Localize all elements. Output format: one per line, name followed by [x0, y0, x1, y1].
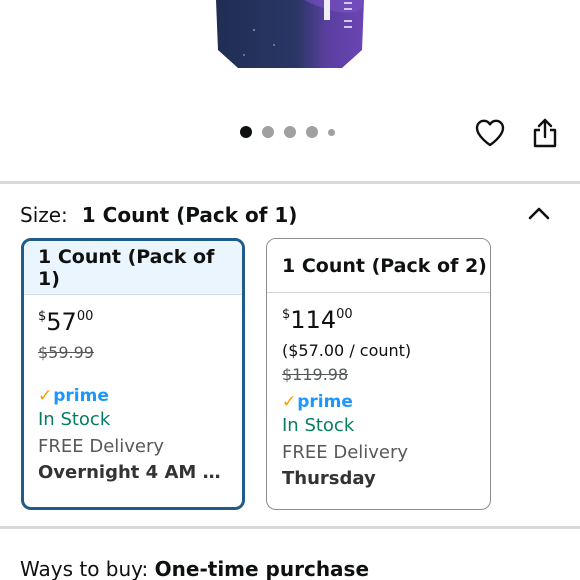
price-symbol: $ — [282, 307, 291, 322]
price-whole: 57 — [46, 308, 77, 336]
prime-label: prime — [53, 386, 109, 406]
price-fraction: 00 — [76, 309, 94, 324]
prime-badge: ✓ prime — [38, 385, 228, 407]
option-price: $ 114 00 — [282, 305, 476, 339]
prime-label: prime — [297, 392, 353, 412]
option-price: $ 57 00 — [38, 307, 228, 341]
delivery-text: FREE Delivery — [282, 442, 409, 463]
delivery-time: Thursday — [282, 468, 376, 489]
delivery-text: FREE Delivery — [38, 436, 165, 457]
selected-size-value: 1 Count (Pack of 1) — [81, 203, 298, 227]
price-symbol: $ — [38, 309, 47, 324]
ways-to-buy-value: One-time purchase — [154, 557, 370, 580]
section-divider — [0, 526, 580, 529]
heart-icon — [475, 119, 505, 147]
pagination-dot-4[interactable] — [306, 126, 318, 138]
favorite-button[interactable] — [473, 116, 507, 150]
prime-badge: ✓ prime — [282, 391, 476, 413]
gallery-pagination — [240, 126, 335, 138]
list-price: $119.98 — [282, 365, 349, 384]
list-price: $59.99 — [38, 343, 94, 362]
collapse-toggle[interactable] — [526, 200, 552, 226]
chevron-up-icon — [528, 207, 550, 220]
option-title: 1 Count (Pack of 1) — [24, 241, 242, 295]
stock-status: In Stock — [282, 415, 355, 436]
size-option-pack-of-2[interactable]: 1 Count (Pack of 2) $ 114 00 ($57.00 / c… — [266, 238, 491, 510]
stock-status: In Stock — [38, 409, 111, 430]
product-image[interactable] — [214, 0, 366, 72]
delivery-time: Overnight 4 AM - 8… — [38, 462, 228, 483]
option-title: 1 Count (Pack of 2) — [267, 239, 490, 293]
ways-to-buy[interactable]: Ways to buy: One-time purchase — [20, 557, 369, 580]
prime-check-icon: ✓ — [38, 386, 53, 406]
size-label: Size: — [20, 203, 68, 227]
prime-check-icon: ✓ — [282, 392, 297, 412]
section-divider — [0, 181, 580, 184]
size-option-pack-of-1[interactable]: 1 Count (Pack of 1) $ 57 00 $59.99 ✓ pri… — [21, 238, 245, 510]
share-icon — [533, 118, 557, 148]
price-fraction: 00 — [336, 307, 353, 322]
pagination-dot-1[interactable] — [240, 126, 252, 138]
share-button[interactable] — [528, 116, 562, 150]
price-whole: 114 — [290, 306, 337, 334]
pagination-dot-3[interactable] — [284, 126, 296, 138]
pagination-dot-2[interactable] — [262, 126, 274, 138]
ways-to-buy-label: Ways to buy: — [20, 557, 149, 580]
size-selector-header[interactable]: Size: 1 Count (Pack of 1) — [20, 200, 560, 230]
pagination-dot-more[interactable] — [328, 128, 335, 136]
unit-price: ($57.00 / count) — [282, 341, 412, 360]
